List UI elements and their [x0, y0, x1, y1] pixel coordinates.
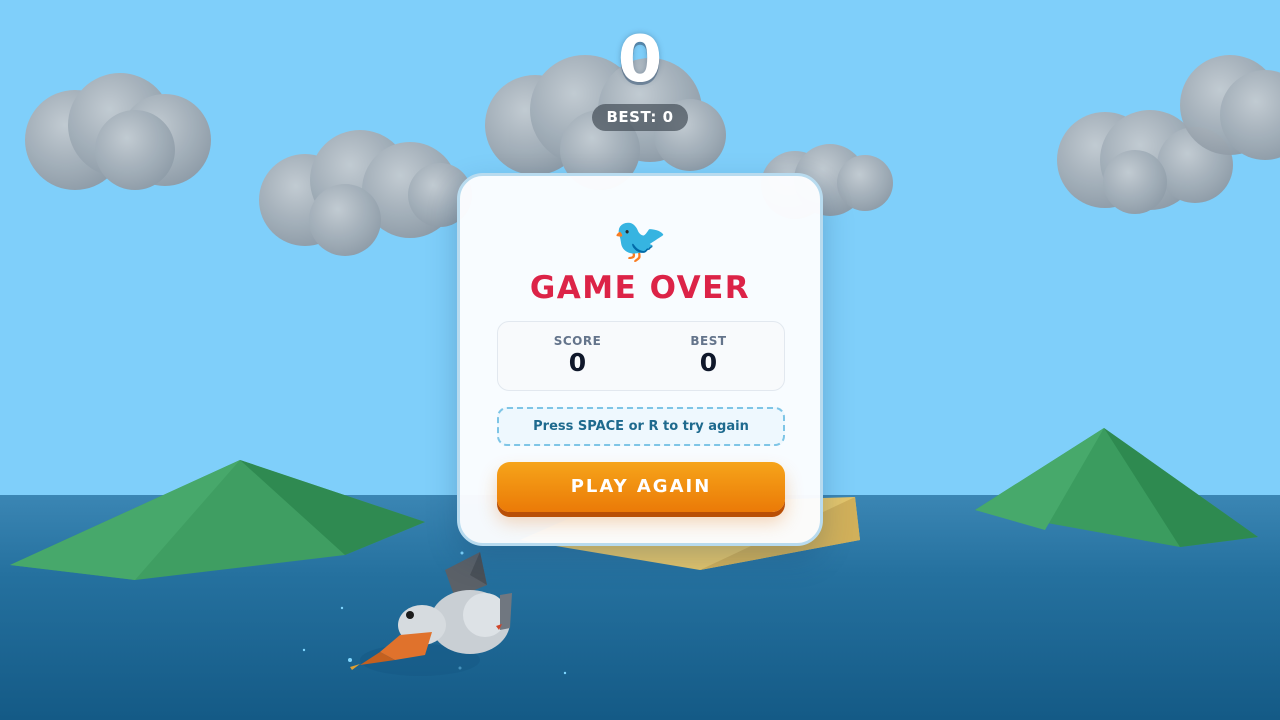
- current-score: 0: [617, 23, 663, 97]
- best-value: 0: [699, 348, 718, 377]
- best-score-badge: BEST: 0: [592, 104, 688, 131]
- score-label: SCORE: [553, 334, 602, 348]
- best-label: BEST: [690, 334, 727, 348]
- game-stage[interactable]: 0 BEST: 0 🐦 GAME OVER SCORE 0 BEST 0 Pre…: [0, 0, 1280, 720]
- bird-icon: 🐦: [612, 215, 668, 266]
- game-over-title: GAME OVER: [529, 270, 751, 306]
- score-column: SCORE 0: [506, 322, 649, 377]
- score-summary: SCORE 0 BEST 0: [497, 321, 785, 391]
- best-column: BEST 0: [637, 322, 780, 377]
- game-over-dialog: 🐦 GAME OVER SCORE 0 BEST 0 Press SPACE o…: [457, 173, 823, 546]
- restart-hint: Press SPACE or R to try again: [497, 407, 785, 446]
- play-again-button[interactable]: PLAY AGAIN: [497, 462, 785, 512]
- score-value: 0: [568, 348, 587, 377]
